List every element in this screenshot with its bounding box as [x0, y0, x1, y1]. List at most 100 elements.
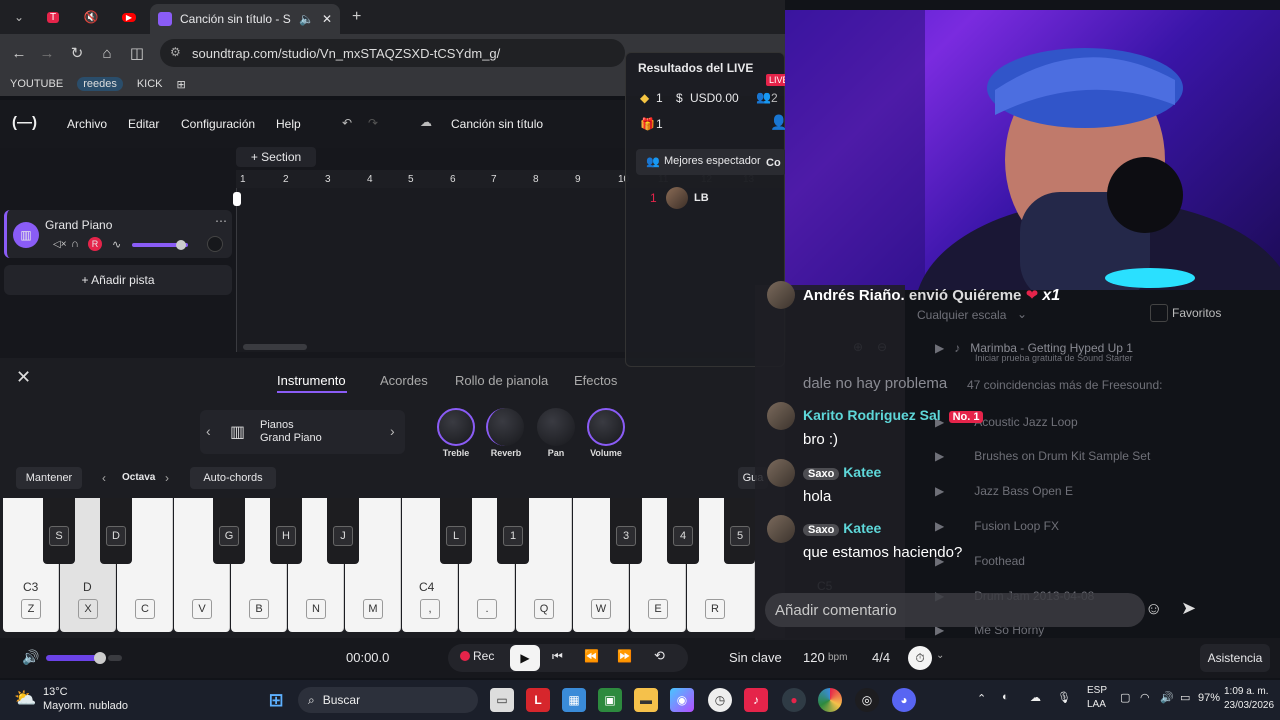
- track-volume-slider[interactable]: [132, 240, 188, 250]
- store-icon[interactable]: ▦: [562, 688, 586, 712]
- master-volume-icon[interactable]: 🔊: [22, 649, 39, 666]
- taskbar-search[interactable]: ⌕ Buscar: [298, 687, 478, 713]
- tab-youtube[interactable]: ▶: [116, 6, 142, 28]
- file-explorer-icon[interactable]: ▬: [634, 688, 658, 712]
- playhead[interactable]: [233, 192, 241, 206]
- tab-tiktok-live[interactable]: T: [40, 6, 66, 28]
- onedrive-icon[interactable]: ☁: [1030, 691, 1041, 704]
- bookmark-reedes[interactable]: reedes: [77, 77, 123, 91]
- back-icon[interactable]: ←: [8, 42, 30, 64]
- menu-configuracion[interactable]: Configuración: [181, 117, 255, 131]
- clock-time[interactable]: 1:09 a. m.: [1224, 686, 1268, 697]
- octave-up-icon[interactable]: ›: [165, 471, 169, 485]
- weather-desc[interactable]: Mayorm. nublado: [43, 700, 128, 712]
- metronome-dropdown-icon[interactable]: ⌄: [936, 650, 944, 661]
- soundtrap-logo[interactable]: (—): [12, 114, 37, 131]
- battery-icon[interactable]: ▭: [1180, 691, 1190, 704]
- track-name[interactable]: Grand Piano: [45, 218, 112, 232]
- volume-knob[interactable]: [587, 408, 625, 446]
- track-more-icon[interactable]: ⋯: [215, 214, 227, 228]
- horizontal-scrollbar[interactable]: [243, 344, 307, 350]
- add-track-button[interactable]: + Añadir pista: [4, 265, 232, 295]
- mantener-button[interactable]: Mantener: [16, 467, 82, 489]
- next-preset-icon[interactable]: ›: [390, 423, 395, 439]
- volume-tray-icon[interactable]: 🔊: [1160, 691, 1174, 704]
- tempo-value[interactable]: 120: [803, 650, 825, 665]
- master-volume-slider[interactable]: [46, 652, 106, 664]
- chat-username[interactable]: Katee: [843, 520, 881, 536]
- keyboard-layout[interactable]: LAA: [1087, 699, 1106, 710]
- discord-icon[interactable]: ◕: [892, 688, 916, 712]
- forward-icon[interactable]: →: [36, 42, 58, 64]
- assistance-button[interactable]: Asistencia: [1200, 644, 1270, 672]
- clock-date[interactable]: 23/03/2026: [1224, 700, 1274, 711]
- headphones-icon[interactable]: ∩: [71, 238, 79, 250]
- tab-instrumento[interactable]: Instrumento: [277, 373, 346, 388]
- chrome-icon[interactable]: [818, 688, 842, 712]
- add-section-button[interactable]: + Section: [236, 147, 316, 167]
- master-volume-thumb[interactable]: [94, 652, 106, 664]
- tab-efectos[interactable]: Efectos: [574, 373, 617, 388]
- tiktok-app-icon[interactable]: ♪: [744, 688, 768, 712]
- auto-chords-button[interactable]: Auto-chords: [190, 467, 276, 489]
- wifi-icon[interactable]: ◠: [1140, 691, 1150, 704]
- best-viewers-tab[interactable]: 👥 Mejores espectador: [636, 149, 786, 175]
- close-tab-icon[interactable]: ✕: [322, 12, 332, 26]
- home-icon[interactable]: ⌂: [96, 42, 118, 64]
- chat-username[interactable]: Karito Rodriguez Sal: [803, 407, 941, 423]
- app-l-icon[interactable]: L: [526, 688, 550, 712]
- volume-slider-thumb[interactable]: [176, 240, 186, 250]
- redo-icon[interactable]: ↷: [368, 116, 378, 130]
- tab-muted[interactable]: 🔇: [78, 6, 104, 28]
- piano-keyboard[interactable]: S D G H J L 1 3 4 5 C3 D C4 Z X C V B N …: [3, 498, 755, 632]
- metronome-button[interactable]: ⏱: [908, 646, 932, 670]
- new-tab-button[interactable]: +: [352, 8, 361, 26]
- send-icon[interactable]: ➤: [1181, 598, 1196, 619]
- rewind-icon[interactable]: ⏪: [584, 649, 599, 663]
- copilot-icon[interactable]: ◉: [670, 688, 694, 712]
- song-title[interactable]: Canción sin título: [451, 117, 543, 131]
- pan-knob[interactable]: [537, 408, 575, 446]
- close-panel-icon[interactable]: ✕: [16, 367, 31, 388]
- task-view-icon[interactable]: ▭: [490, 688, 514, 712]
- tab-soundtrap-active[interactable]: Canción sin título - Soundtr 🔈 ✕: [150, 4, 340, 34]
- url-input[interactable]: ⚙ soundtrap.com/studio/Vn_mxSTAQZSXD-tCS…: [160, 39, 625, 67]
- time-signature[interactable]: 4/4: [872, 650, 890, 665]
- key-display[interactable]: Sin clave: [729, 650, 782, 665]
- track-pan-knob[interactable]: [207, 236, 223, 252]
- undo-icon[interactable]: ↶: [342, 116, 352, 130]
- fast-forward-icon[interactable]: ⏩: [617, 649, 632, 663]
- windows-start-icon[interactable]: ⊞: [264, 688, 288, 712]
- emoji-icon[interactable]: ☺: [1145, 599, 1162, 619]
- play-button[interactable]: ▶: [510, 645, 540, 671]
- comment-input[interactable]: Añadir comentario ☺: [765, 593, 1162, 627]
- menu-help[interactable]: Help: [276, 117, 301, 131]
- mute-track-icon[interactable]: ◁×: [53, 239, 67, 250]
- obs-icon[interactable]: ◎: [855, 688, 879, 712]
- tab-acordes[interactable]: Acordes: [380, 373, 428, 388]
- bookmark-youtube[interactable]: YOUTUBE: [10, 78, 63, 90]
- menu-archivo[interactable]: Archivo: [67, 117, 107, 131]
- language-code[interactable]: ESP: [1087, 685, 1107, 696]
- show-hidden-icons[interactable]: ⌃: [977, 692, 986, 705]
- site-info-icon[interactable]: ⚙: [170, 45, 181, 59]
- record-button[interactable]: Rec: [473, 649, 494, 663]
- treble-knob[interactable]: [437, 408, 475, 446]
- record-arm-button[interactable]: R: [88, 237, 102, 251]
- track-header-grand-piano[interactable]: ▥ Grand Piano ⋯ ◁× ∩ R ∿: [4, 210, 232, 258]
- microphone-icon[interactable]: 🎙: [1057, 691, 1071, 704]
- weather-temp[interactable]: 13°C: [43, 686, 68, 698]
- tab-rollo-de-pianola[interactable]: Rollo de pianola: [455, 373, 548, 388]
- menu-editar[interactable]: Editar: [128, 117, 159, 131]
- app-circle-icon[interactable]: ●: [782, 688, 806, 712]
- chat-username[interactable]: Katee: [843, 464, 881, 480]
- notification-icon[interactable]: ▢: [1120, 691, 1130, 704]
- reload-icon[interactable]: ↻: [66, 42, 88, 64]
- skip-to-start-icon[interactable]: ⏮: [552, 649, 563, 664]
- prev-preset-icon[interactable]: ‹: [206, 423, 211, 439]
- tab-list-chevron-icon[interactable]: ⌄: [6, 6, 32, 28]
- tray-app-icon[interactable]: ◐: [1002, 691, 1009, 703]
- reverb-knob[interactable]: [486, 408, 524, 446]
- bookmark-kick[interactable]: KICK: [137, 78, 163, 90]
- xbox-icon[interactable]: ▣: [598, 688, 622, 712]
